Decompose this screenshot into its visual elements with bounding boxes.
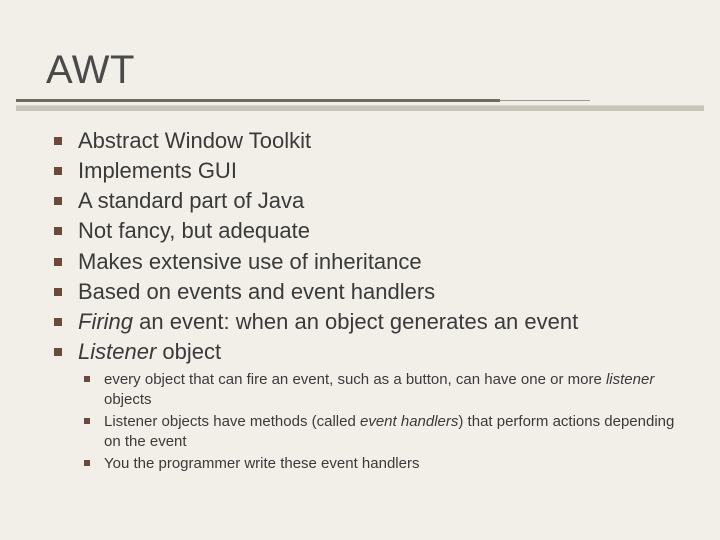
- list-item: Makes extensive use of inheritance: [48, 248, 680, 276]
- list-item: Abstract Window Toolkit: [48, 127, 680, 155]
- list-item: Firing an event: when an object generate…: [48, 308, 680, 336]
- bullet-text: Implements GUI: [78, 158, 237, 183]
- bullet-text: an event: when an object generates an ev…: [133, 309, 578, 334]
- content-area: Abstract Window Toolkit Implements GUI A…: [48, 127, 680, 474]
- list-item: Listener object every object that can fi…: [48, 338, 680, 474]
- sub-bullet-text: objects: [104, 391, 152, 408]
- list-item: A standard part of Java: [48, 187, 680, 215]
- bullet-text: object: [156, 339, 221, 364]
- list-item: every object that can fire an event, suc…: [78, 370, 680, 409]
- bullet-text: Makes extensive use of inheritance: [78, 249, 422, 274]
- sub-bullet-italic: listener: [606, 371, 654, 388]
- sub-bullet-text: Listener objects have methods (called: [104, 413, 360, 430]
- slide: AWT Abstract Window Toolkit Implements G…: [0, 0, 720, 540]
- list-item: Based on events and event handlers: [48, 278, 680, 306]
- title-rule: [0, 99, 720, 103]
- bullet-text: Based on events and event handlers: [78, 279, 435, 304]
- bullet-text: Abstract Window Toolkit: [78, 128, 311, 153]
- title-rule-shadow: [16, 105, 704, 111]
- bullet-italic: Listener: [78, 339, 156, 364]
- bullet-italic: Firing: [78, 309, 133, 334]
- bullet-text: A standard part of Java: [78, 188, 304, 213]
- bullet-list: Abstract Window Toolkit Implements GUI A…: [48, 127, 680, 474]
- sub-bullet-list: every object that can fire an event, suc…: [78, 370, 680, 474]
- title-block: AWT: [0, 0, 720, 111]
- bullet-text: Not fancy, but adequate: [78, 218, 310, 243]
- list-item: Implements GUI: [48, 157, 680, 185]
- sub-bullet-text: every object that can fire an event, suc…: [104, 371, 606, 388]
- slide-title: AWT: [46, 48, 720, 93]
- list-item: Not fancy, but adequate: [48, 217, 680, 245]
- sub-bullet-italic: event handlers: [360, 413, 458, 430]
- list-item: You the programmer write these event han…: [78, 454, 680, 474]
- list-item: Listener objects have methods (called ev…: [78, 412, 680, 451]
- sub-bullet-text: You the programmer write these event han…: [104, 455, 419, 472]
